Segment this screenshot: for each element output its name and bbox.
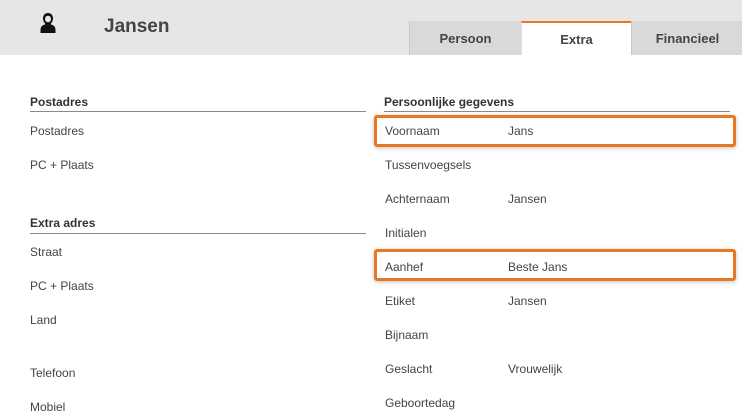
section-title-postadres: Postadres bbox=[30, 95, 89, 109]
section-title-extra-adres: Extra adres bbox=[30, 216, 96, 230]
field-label-land: Land bbox=[30, 313, 57, 327]
field-label-postadres: Postadres bbox=[30, 124, 85, 138]
field-label-geslacht: Geslacht bbox=[385, 362, 433, 376]
field-label-bijnaam: Bijnaam bbox=[385, 328, 429, 342]
tab-financieel[interactable]: Financieel bbox=[631, 21, 742, 55]
field-value-aanhef[interactable]: Beste Jans bbox=[508, 260, 567, 274]
field-label-aanhef: Aanhef bbox=[385, 260, 424, 274]
field-label-pc-plaats: PC + Plaats bbox=[30, 158, 94, 172]
section-title-persoonlijke-gegevens: Persoonlijke gegevens bbox=[384, 95, 515, 109]
field-label-voornaam: Voornaam bbox=[385, 124, 440, 138]
field-value-voornaam[interactable]: Jans bbox=[508, 124, 533, 138]
header-bar: Jansen Persoon Extra Financieel bbox=[0, 0, 742, 55]
page-title: Jansen bbox=[104, 16, 170, 37]
field-label-tussenvoegsels: Tussenvoegsels bbox=[385, 158, 472, 172]
tab-extra[interactable]: Extra bbox=[521, 21, 631, 55]
tab-persoon[interactable]: Persoon bbox=[409, 21, 521, 55]
field-label-telefoon: Telefoon bbox=[30, 366, 76, 380]
section-divider bbox=[30, 233, 366, 234]
field-value-geslacht[interactable]: Vrouwelijk bbox=[508, 362, 562, 376]
field-label-etiket: Etiket bbox=[385, 294, 416, 308]
field-value-etiket[interactable]: Jansen bbox=[508, 294, 547, 308]
field-label-straat: Straat bbox=[30, 245, 63, 259]
field-label-initialen: Initialen bbox=[385, 226, 427, 240]
field-value-achternaam[interactable]: Jansen bbox=[508, 192, 547, 206]
field-label-achternaam: Achternaam bbox=[385, 192, 450, 206]
section-divider bbox=[30, 111, 366, 112]
person-silhouette-icon bbox=[40, 13, 56, 33]
tab-bar: Persoon Extra Financieel bbox=[409, 21, 742, 55]
field-label-extra-pc-plaats: PC + Plaats bbox=[30, 279, 94, 293]
field-label-geboortedag: Geboortedag bbox=[385, 396, 456, 410]
section-divider bbox=[384, 111, 730, 112]
field-label-mobiel: Mobiel bbox=[30, 400, 66, 414]
